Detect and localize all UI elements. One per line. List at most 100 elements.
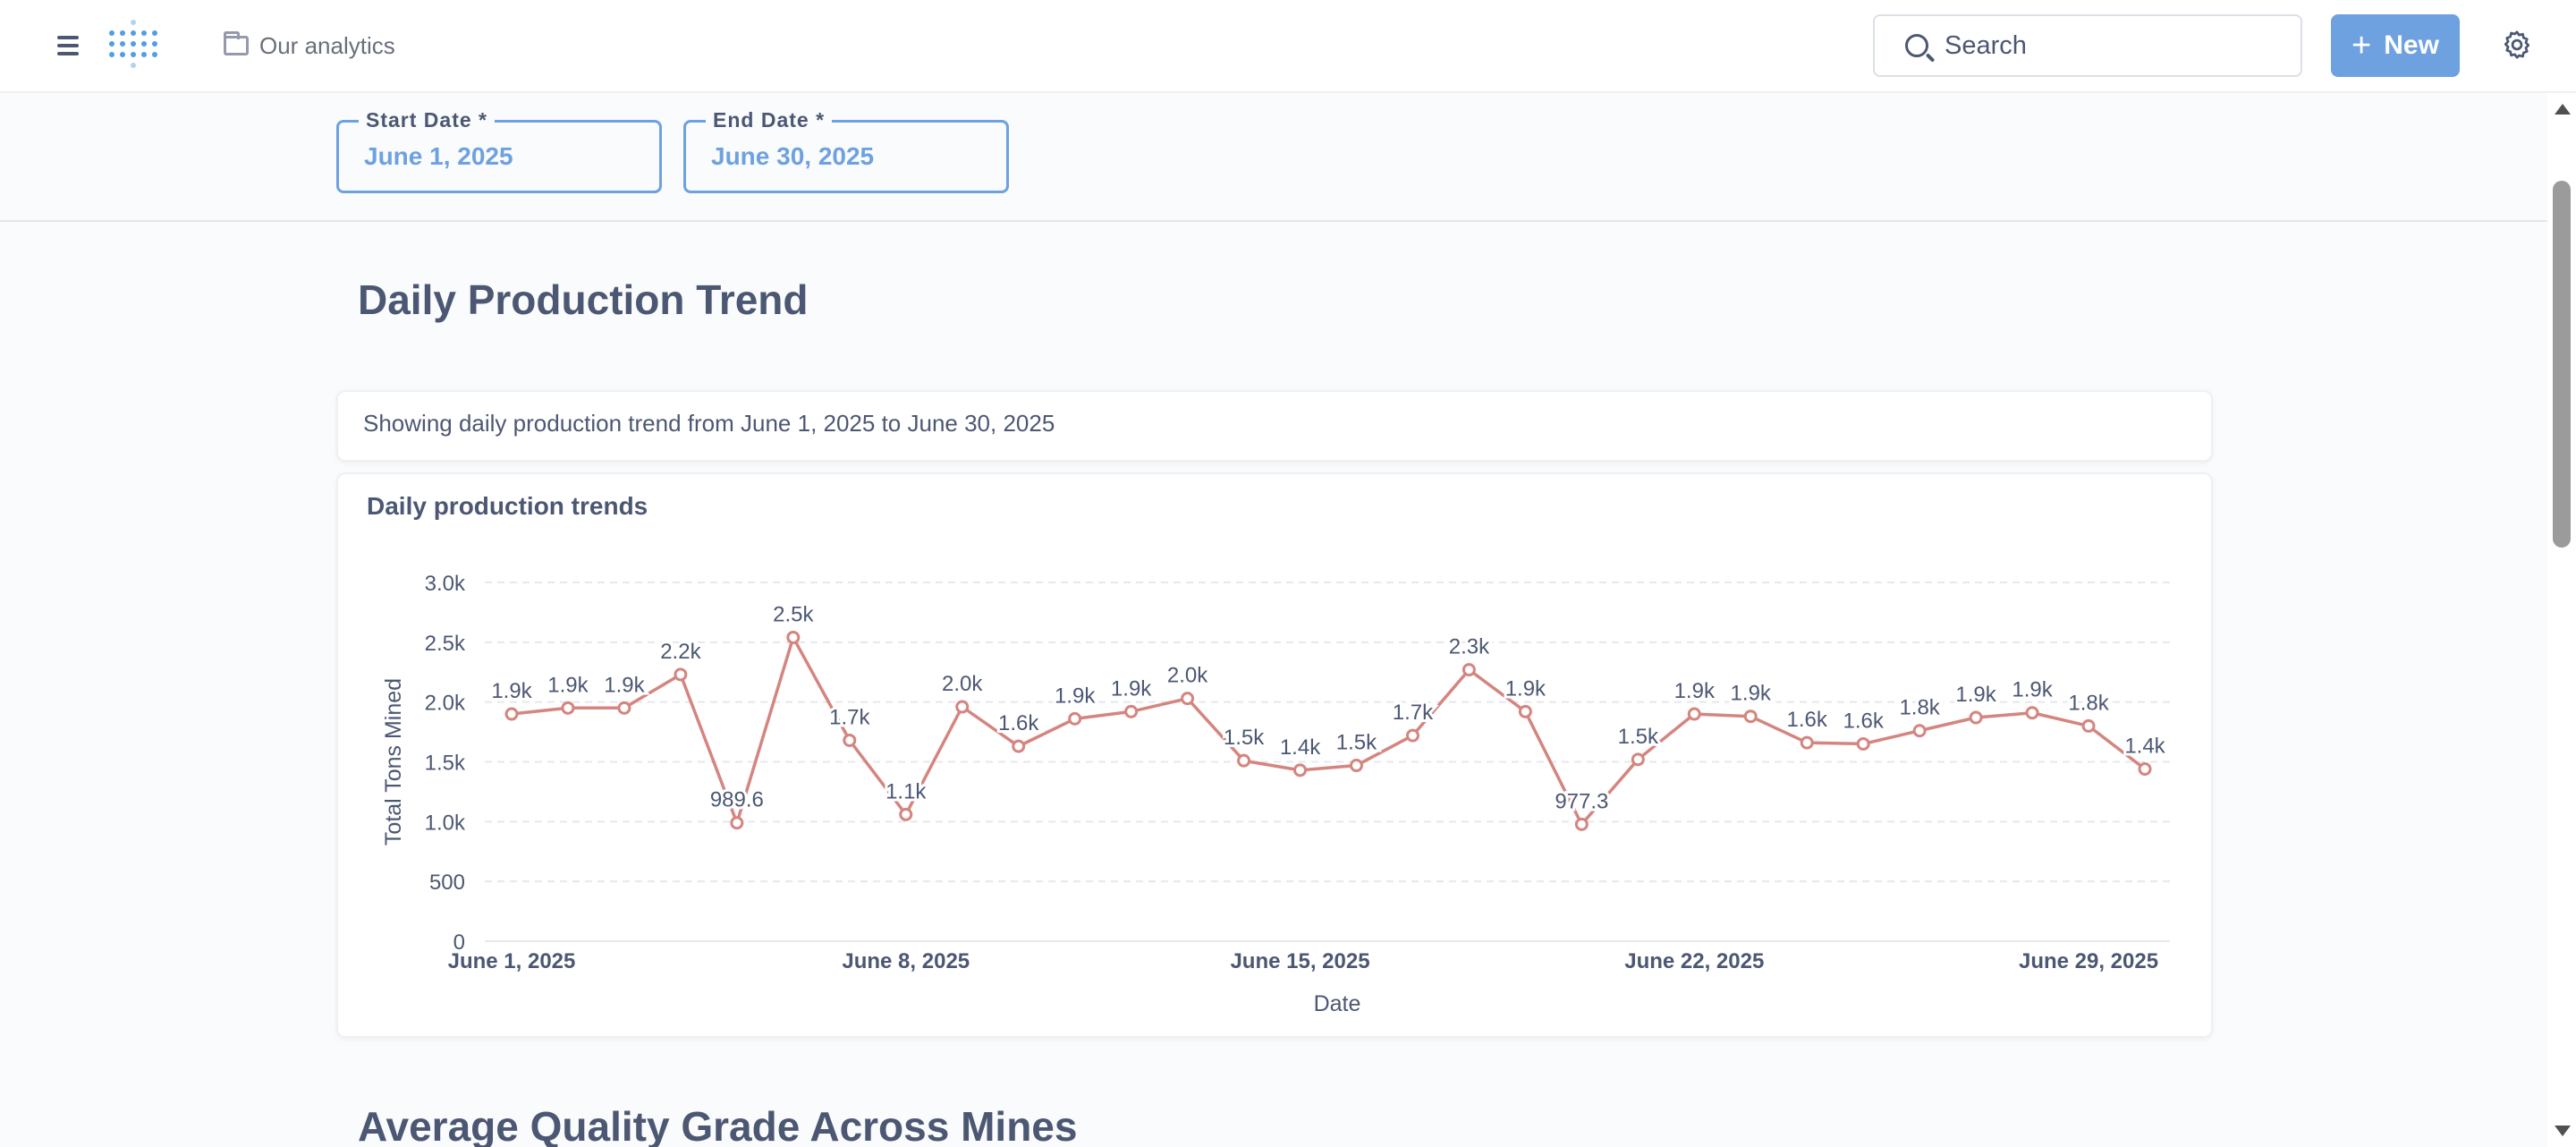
new-button-label: New: [2384, 30, 2439, 60]
scroll-up-arrow-icon[interactable]: [2555, 104, 2571, 115]
data-point[interactable]: [617, 701, 631, 715]
data-label: 1.6k: [998, 711, 1039, 735]
data-label: 1.6k: [1787, 708, 1828, 732]
data-point[interactable]: [674, 667, 688, 682]
folder-icon: [224, 31, 249, 55]
x-axis-title: Date: [1314, 991, 1361, 1016]
data-point[interactable]: [1124, 704, 1139, 718]
y-tick-label: 2.0k: [425, 692, 466, 716]
data-label: 1.7k: [1393, 701, 1434, 725]
data-label: 2.0k: [942, 672, 983, 696]
end-date-filter[interactable]: End Date * June 30, 2025: [683, 108, 1009, 193]
data-point[interactable]: [2025, 706, 2039, 720]
start-date-value: June 1, 2025: [364, 142, 513, 170]
data-point[interactable]: [730, 816, 744, 830]
data-point[interactable]: [1687, 707, 1701, 721]
data-label: 1.9k: [547, 673, 589, 697]
data-label: 1.4k: [1280, 735, 1321, 760]
data-label: 1.9k: [1955, 683, 1996, 707]
description-text: Showing daily production trend from June…: [363, 410, 1055, 437]
top-nav-bar: Our analytics Search + New: [0, 0, 2576, 93]
data-label: 1.9k: [491, 679, 532, 703]
description-card: Showing daily production trend from June…: [336, 390, 2213, 462]
data-label: 1.9k: [1505, 676, 1546, 701]
data-point[interactable]: [2081, 718, 2096, 733]
menu-icon[interactable]: [54, 32, 84, 59]
data-point[interactable]: [1518, 704, 1532, 718]
data-label: 1.9k: [1055, 684, 1096, 708]
data-label: 1.1k: [886, 779, 927, 803]
data-label: 1.9k: [1111, 676, 1152, 701]
data-point[interactable]: [561, 701, 575, 715]
data-point[interactable]: [1237, 753, 1251, 768]
data-point[interactable]: [1969, 710, 1983, 725]
data-point[interactable]: [1293, 763, 1308, 777]
search-icon: [1905, 34, 1928, 57]
data-label: 2.5k: [773, 602, 814, 626]
data-label: 1.5k: [1618, 725, 1659, 749]
y-tick-label: 1.0k: [425, 811, 466, 835]
data-point[interactable]: [1012, 739, 1026, 753]
x-tick-label: June 1, 2025: [448, 949, 576, 973]
data-point[interactable]: [1068, 711, 1082, 726]
data-point[interactable]: [1912, 724, 1927, 738]
chart-card: Daily production trends 0 500 1.0k 1.5k 2.0k…: [336, 472, 2213, 1038]
y-axis-title: Total Tons Mined: [381, 678, 406, 845]
x-tick-label: June 29, 2025: [2019, 949, 2158, 973]
x-tick-label: June 8, 2025: [842, 949, 970, 973]
data-label: 1.5k: [1224, 726, 1265, 750]
data-label: 2.0k: [1167, 664, 1208, 688]
data-point[interactable]: [1462, 663, 1476, 677]
data-point[interactable]: [1574, 817, 1589, 831]
end-date-label: End Date *: [706, 108, 833, 132]
y-tick-label: 2.5k: [425, 632, 466, 656]
data-label: 1.8k: [2068, 691, 2109, 715]
plus-icon: +: [2351, 27, 2372, 64]
data-label: 1.6k: [1843, 709, 1884, 733]
data-label: 1.9k: [2012, 678, 2053, 702]
search-input[interactable]: Search: [1873, 14, 2302, 77]
y-tick-label: 3.0k: [425, 572, 466, 596]
end-date-value: June 30, 2025: [711, 142, 875, 170]
y-tick-label: 500: [429, 871, 465, 895]
data-point[interactable]: [1743, 709, 1758, 724]
section-heading: Daily Production Trend: [358, 276, 809, 323]
data-label: 1.9k: [1731, 682, 1772, 706]
x-tick-label: June 22, 2025: [1624, 949, 1764, 973]
data-point[interactable]: [1181, 692, 1195, 706]
scrollbar[interactable]: [2547, 93, 2576, 1147]
data-point[interactable]: [899, 807, 913, 821]
data-label: 2.2k: [660, 640, 701, 664]
x-tick-label: June 15, 2025: [1230, 949, 1369, 973]
data-point[interactable]: [504, 707, 519, 721]
start-date-label: Start Date *: [359, 108, 495, 132]
scrollbar-thumb[interactable]: [2553, 181, 2571, 548]
metabase-logo-icon[interactable]: [109, 20, 161, 73]
data-point[interactable]: [1800, 735, 1814, 750]
data-label: 1.4k: [2124, 735, 2165, 759]
data-label: 1.7k: [829, 705, 870, 729]
data-label: 1.9k: [1674, 679, 1716, 703]
new-button[interactable]: + New: [2331, 14, 2460, 77]
data-point[interactable]: [1405, 728, 1419, 743]
search-placeholder: Search: [1945, 30, 2027, 60]
data-point[interactable]: [1349, 759, 1363, 773]
gear-icon[interactable]: [2501, 29, 2533, 61]
data-point[interactable]: [955, 700, 970, 714]
data-label: 2.3k: [1449, 635, 1490, 659]
breadcrumb[interactable]: Our analytics: [224, 30, 395, 62]
data-label: 977.3: [1555, 789, 1608, 813]
breadcrumb-collection: Our analytics: [259, 31, 395, 59]
start-date-filter[interactable]: Start Date * June 1, 2025: [336, 108, 662, 193]
data-label: 1.9k: [604, 673, 645, 697]
y-tick-label: 1.5k: [425, 752, 466, 776]
line-chart[interactable]: 05001.0k1.5k2.0k2.5k3.0kJune 1, 2025 June…: [338, 474, 2215, 1040]
data-point[interactable]: [786, 630, 801, 644]
data-point[interactable]: [2138, 762, 2152, 777]
data-point[interactable]: [843, 733, 857, 747]
scroll-down-arrow-icon[interactable]: [2555, 1126, 2571, 1136]
data-label: 1.8k: [1899, 696, 1940, 720]
data-label: 1.5k: [1336, 731, 1377, 755]
data-point[interactable]: [1631, 752, 1645, 767]
data-point[interactable]: [1856, 736, 1870, 751]
